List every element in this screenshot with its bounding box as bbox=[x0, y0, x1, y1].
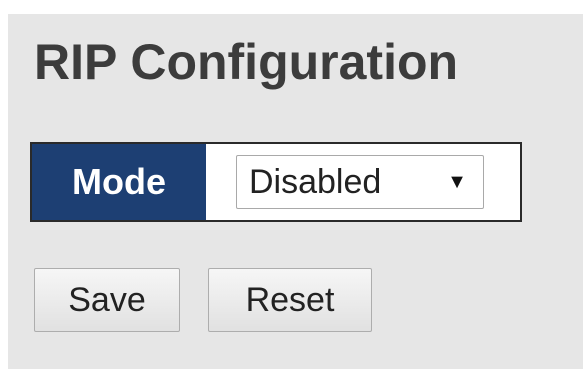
config-panel: RIP Configuration Mode Disabled ▼ Save R… bbox=[8, 14, 583, 369]
mode-select[interactable]: Disabled ▼ bbox=[236, 155, 484, 209]
mode-value-cell: Disabled ▼ bbox=[206, 144, 520, 220]
page-title: RIP Configuration bbox=[34, 34, 459, 90]
mode-select-value: Disabled bbox=[249, 163, 382, 201]
mode-table: Mode Disabled ▼ bbox=[30, 142, 522, 222]
save-button[interactable]: Save bbox=[34, 268, 180, 332]
dropdown-arrow-icon: ▼ bbox=[447, 171, 467, 193]
mode-label: Mode bbox=[32, 144, 206, 220]
reset-button[interactable]: Reset bbox=[208, 268, 372, 332]
